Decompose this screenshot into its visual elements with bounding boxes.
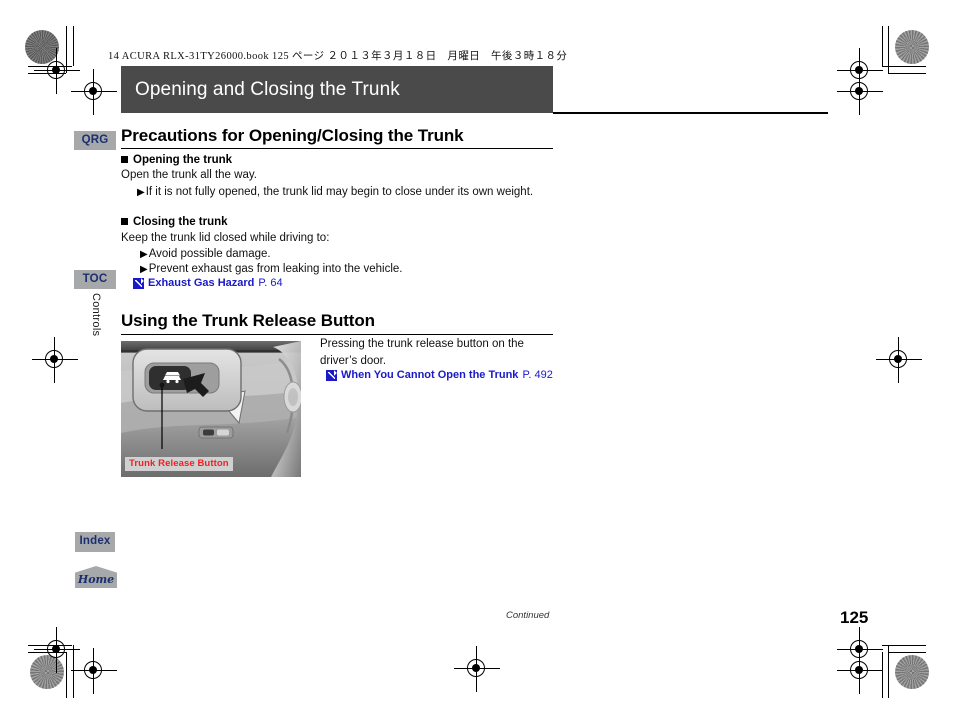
crop-line-br-v1 xyxy=(882,652,883,698)
crop-line-bl-h2 xyxy=(28,652,66,653)
crop-line-br-v2 xyxy=(888,645,889,698)
registration-cross-top-left-inner xyxy=(34,48,80,94)
title-bar-rule xyxy=(553,112,828,114)
continued-label: Continued xyxy=(506,610,550,621)
page-title: Opening and Closing the Trunk xyxy=(135,78,400,100)
page-title-bar: Opening and Closing the Trunk xyxy=(121,66,553,113)
triangle-bullet-icon: ▶ xyxy=(137,187,145,198)
section-rule-trunk-release xyxy=(121,334,553,336)
cross-reference-when-you-cannot-open-the-trunk[interactable]: When You Cannot Open the Trunk P. 492 xyxy=(326,369,553,381)
section-heading-trunk-release-button: Using the Trunk Release Button xyxy=(121,311,375,330)
crop-line-tr-h2 xyxy=(888,73,926,74)
crop-line-tr-h1 xyxy=(882,66,926,67)
sidebar-tab-toc[interactable]: TOC xyxy=(74,270,116,289)
cross-reference-label: Exhaust Gas Hazard xyxy=(148,277,255,289)
crop-line-tl-h1 xyxy=(28,66,72,67)
density-patch-bottom-right xyxy=(895,655,929,689)
jump-link-icon xyxy=(326,369,337,381)
crop-line-tl-h2 xyxy=(28,73,66,74)
description-line-1: Pressing the trunk release button on the xyxy=(320,338,524,350)
crop-line-tl-v1 xyxy=(66,26,67,73)
triangle-bullet-icon: ▶ xyxy=(140,249,148,260)
body-text-open-all-the-way: Open the trunk all the way. xyxy=(121,169,257,181)
crop-line-bl-v2 xyxy=(73,645,74,698)
cross-reference-label: When You Cannot Open the Trunk xyxy=(341,369,519,381)
registration-cross-bottom-right-outer xyxy=(837,648,883,694)
triangle-bullet-icon: ▶ xyxy=(140,264,148,275)
registration-cross-bottom-right-inner xyxy=(837,627,883,673)
bullet-avoid-damage: ▶Avoid possible damage. xyxy=(140,248,271,260)
cross-reference-page: P. 64 xyxy=(258,277,283,289)
registration-cross-mid-left xyxy=(32,337,78,383)
crop-line-tr-v2 xyxy=(888,26,889,74)
registration-cross-top-right-inner xyxy=(837,48,883,94)
cross-reference-exhaust-gas-hazard[interactable]: Exhaust Gas Hazard P. 64 xyxy=(133,277,283,289)
sidebar-tab-index[interactable]: Index xyxy=(75,532,115,552)
registration-cross-bottom-center xyxy=(454,646,500,692)
chapter-label-controls: Controls xyxy=(90,293,102,337)
crop-line-bl-h1 xyxy=(28,645,72,646)
page-number: 125 xyxy=(840,608,869,627)
body-text-keep-lid-closed: Keep the trunk lid closed while driving … xyxy=(121,232,330,244)
density-patch-top-left xyxy=(25,30,59,64)
bullet-opening-weight-warning: ▶If it is not fully opened, the trunk li… xyxy=(137,186,534,198)
registration-cross-top-right-outer xyxy=(837,69,883,115)
crop-line-bl-v1 xyxy=(66,652,67,698)
sidebar-tab-home[interactable]: Home xyxy=(75,566,117,588)
registration-cross-top-left-outer xyxy=(71,69,117,115)
figure-caption-trunk-release-button: Trunk Release Button xyxy=(125,457,233,471)
crop-line-br-h2 xyxy=(888,652,926,653)
density-patch-bottom-left xyxy=(30,655,64,689)
figure-trunk-release-button-location: Trunk Release Button xyxy=(121,341,301,477)
crop-line-tr-v1 xyxy=(882,26,883,67)
bullet-square-icon xyxy=(121,156,128,163)
crop-line-tl-v2 xyxy=(73,26,74,66)
subheading-opening-the-trunk: Opening the trunk xyxy=(121,154,232,166)
sidebar-tab-qrg[interactable]: QRG xyxy=(74,131,116,150)
subheading-closing-the-trunk: Closing the trunk xyxy=(121,216,228,228)
section-rule-precautions xyxy=(121,148,553,150)
bullet-prevent-exhaust-gas: ▶Prevent exhaust gas from leaking into t… xyxy=(140,263,403,275)
registration-cross-mid-right xyxy=(876,337,922,383)
registration-cross-bottom-left-inner xyxy=(34,627,80,673)
density-patch-top-right xyxy=(895,30,929,64)
cross-reference-page: P. 492 xyxy=(522,369,553,381)
jump-link-icon xyxy=(133,277,144,289)
crop-line-br-h1 xyxy=(882,645,926,646)
printer-job-header: 14 ACURA RLX-31TY26000.book 125 ページ ２０１３… xyxy=(108,51,568,62)
section-heading-precautions: Precautions for Opening/Closing the Trun… xyxy=(121,126,464,145)
description-line-2: driver’s door. xyxy=(320,355,387,367)
bullet-square-icon xyxy=(121,218,128,225)
registration-cross-bottom-left-outer xyxy=(71,648,117,694)
